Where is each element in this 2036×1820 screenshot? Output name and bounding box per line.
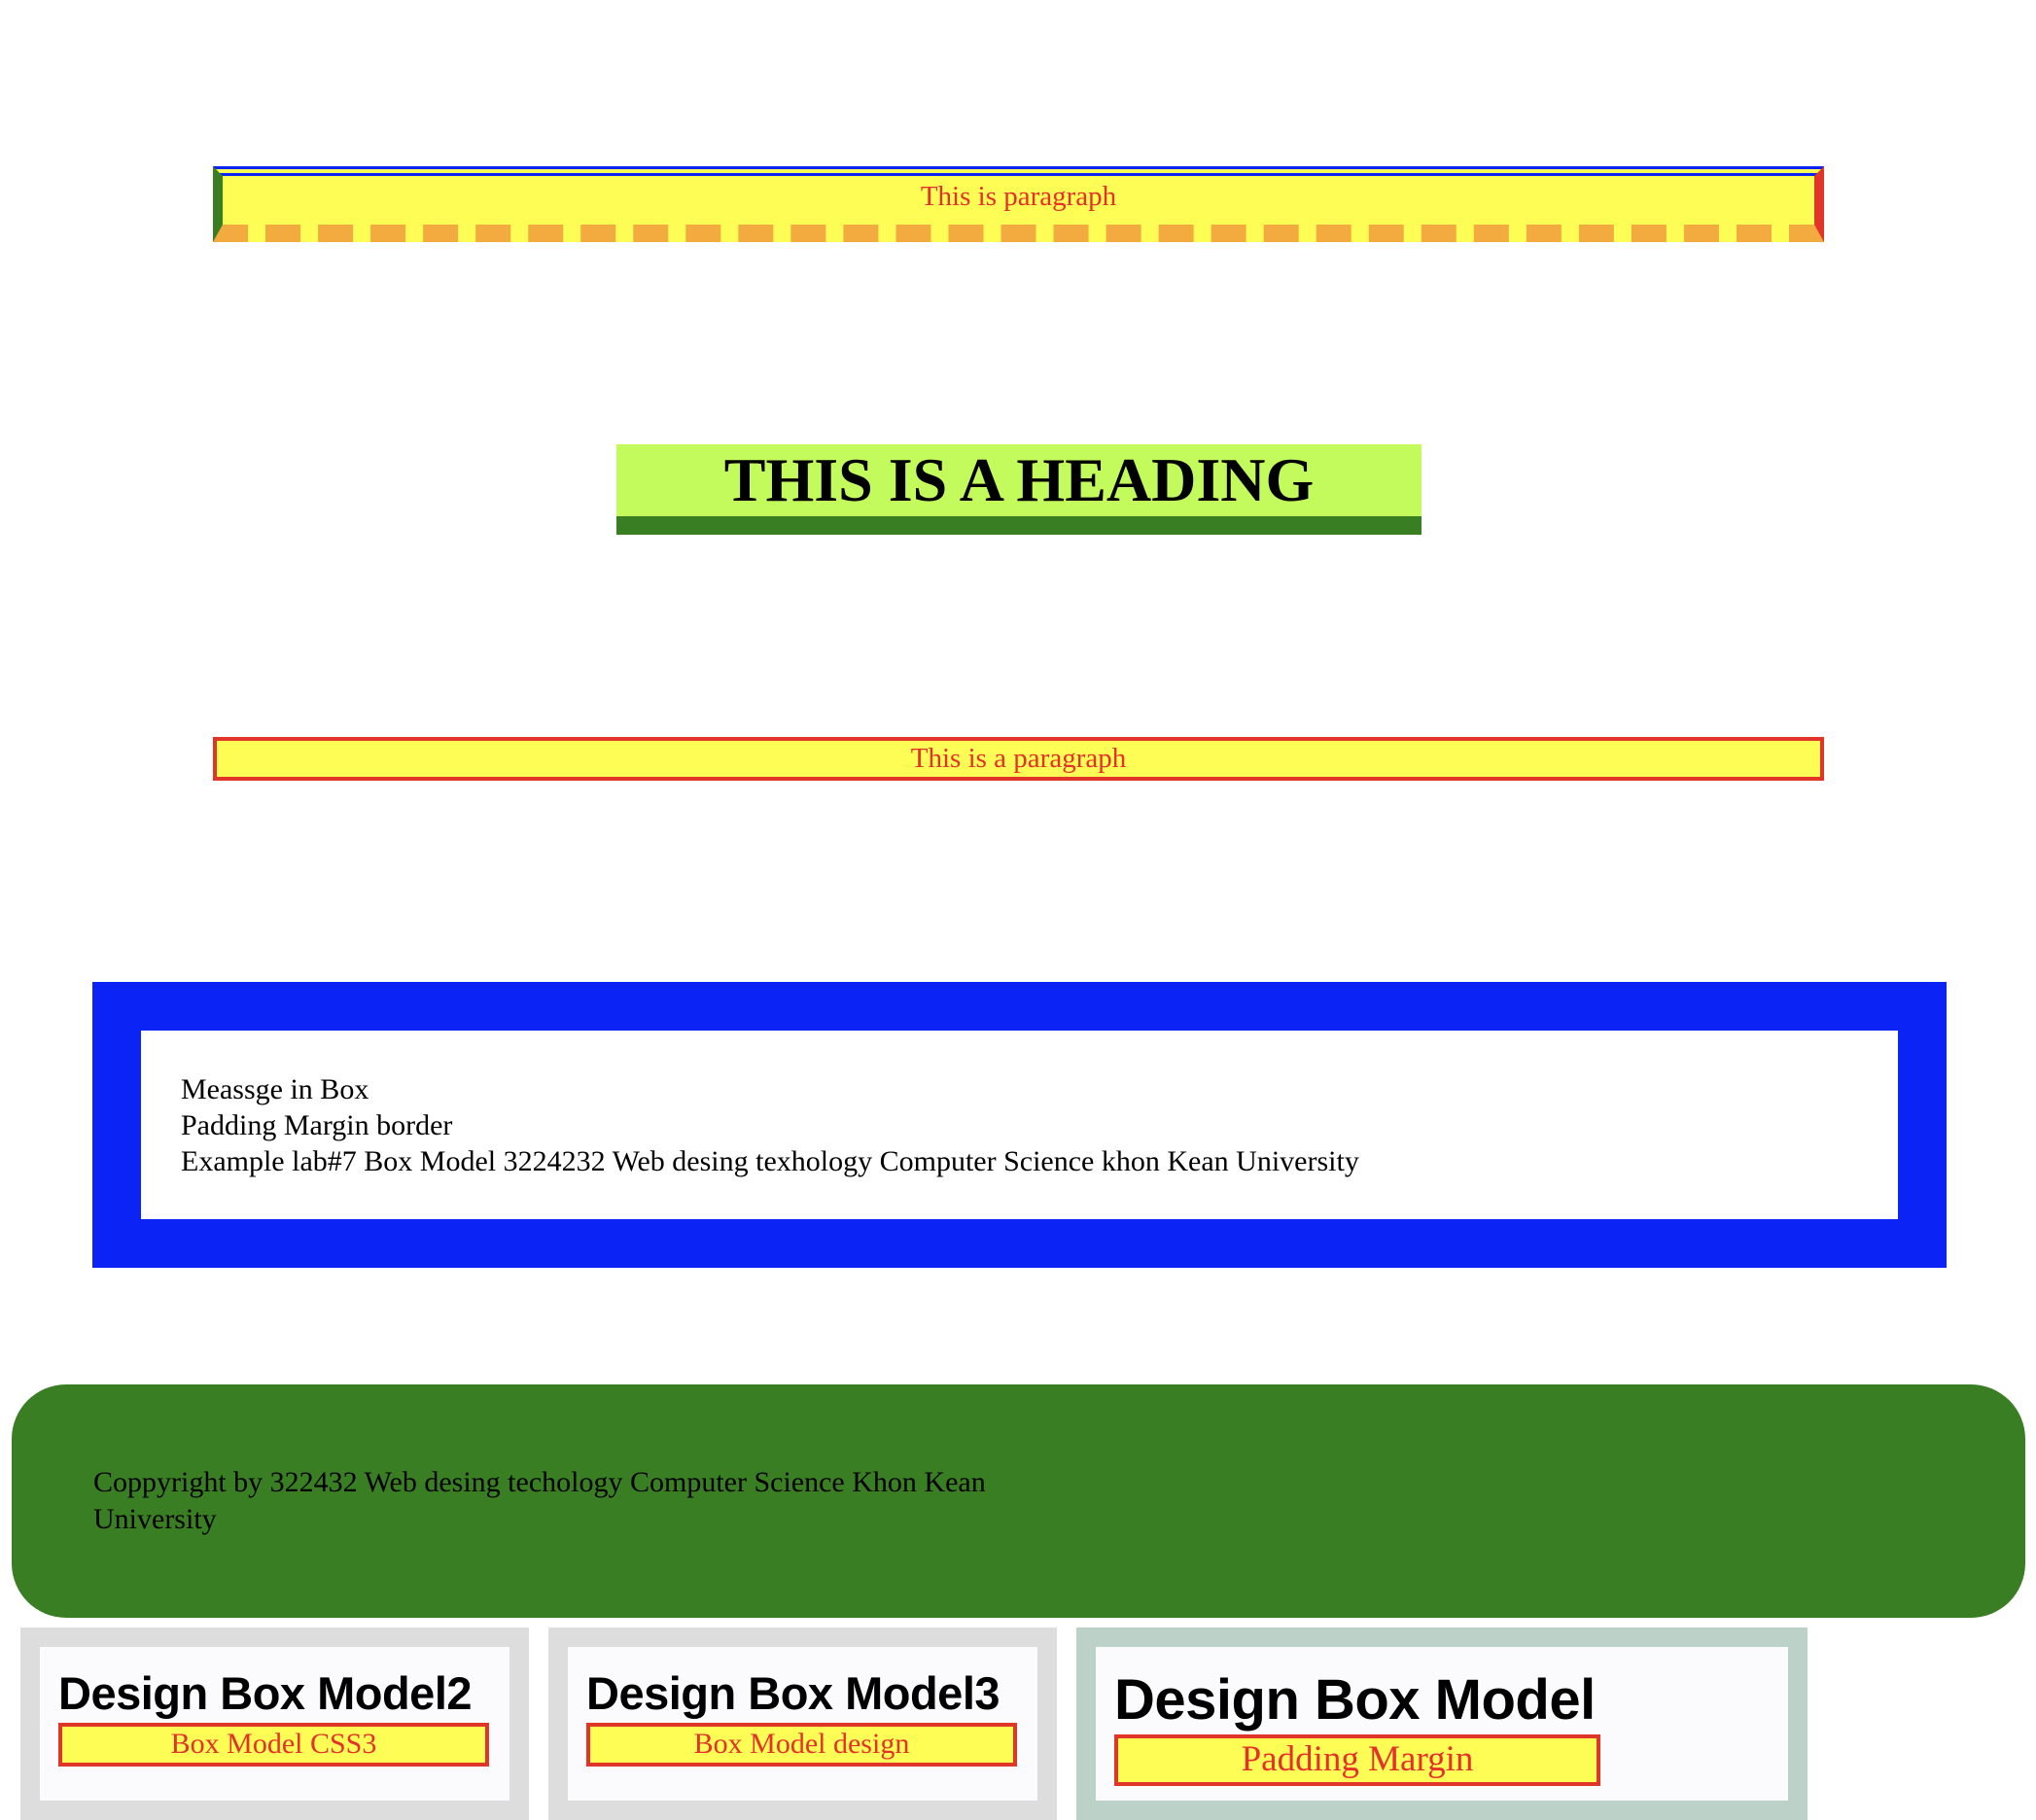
card-title: Design Box Model — [1114, 1668, 1596, 1732]
message-line-3: Example lab#7 Box Model 3224232 Web desi… — [181, 1145, 1359, 1177]
page-heading: THIS IS A HEADING — [616, 444, 1422, 535]
message-line-2: Padding Margin border — [181, 1109, 453, 1141]
card-title: Design Box Model3 — [586, 1667, 1000, 1719]
page: This is paragraph THIS IS A HEADING This… — [0, 0, 2036, 1820]
design-box-card-1: Design Box Model2 Box Model CSS3 — [20, 1628, 529, 1820]
footer: Coppyright by 322432 Web desing techolog… — [12, 1384, 2025, 1618]
design-box-card-3: Design Box Model Padding Margin — [1076, 1628, 1808, 1820]
card-title: Design Box Model2 — [58, 1667, 473, 1719]
message-line-1: Meassge in Box — [181, 1073, 369, 1105]
paragraph-red-border: This is a paragraph — [213, 737, 1824, 781]
card-tag: Padding Margin — [1114, 1734, 1600, 1786]
paragraph-bordered: This is paragraph — [213, 166, 1824, 242]
design-box-card-2: Design Box Model3 Box Model design — [548, 1628, 1057, 1820]
message-box: Meassge in Box Padding Margin border Exa… — [92, 982, 1947, 1268]
card-tag: Box Model CSS3 — [58, 1723, 489, 1767]
footer-copyright: Coppyright by 322432 Web desing techolog… — [93, 1466, 986, 1535]
card-tag: Box Model design — [586, 1723, 1017, 1767]
